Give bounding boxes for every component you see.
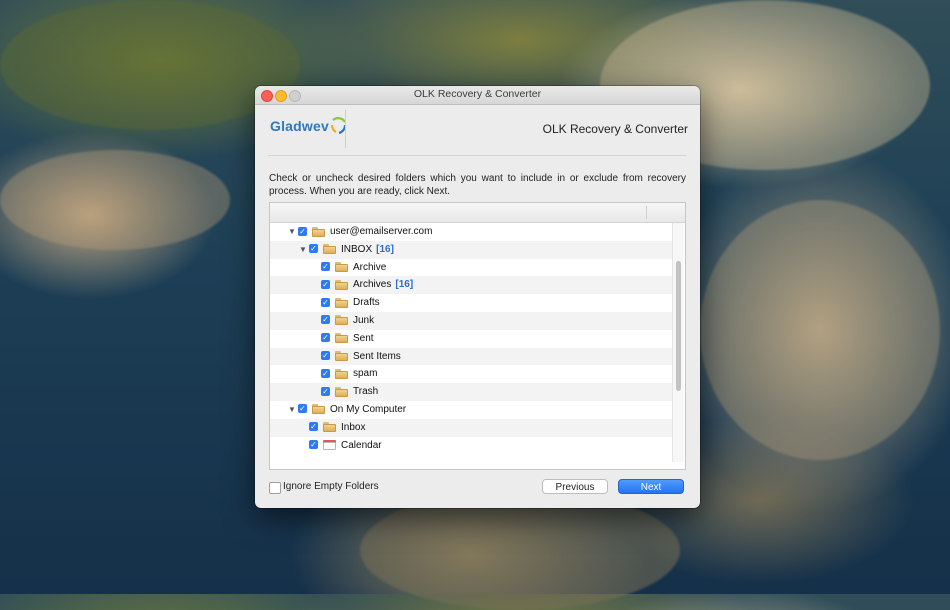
window-title: OLK Recovery & Converter <box>413 88 542 100</box>
disclosure-triangle-icon[interactable]: ▼ <box>288 405 296 414</box>
folder-checkbox[interactable]: ✓ <box>321 297 330 307</box>
folder-checkbox[interactable]: ✓ <box>309 244 318 254</box>
disclosure-triangle-icon[interactable]: ▼ <box>299 245 307 254</box>
tree-row[interactable]: ✓ Archive <box>270 259 673 277</box>
folder-checkbox[interactable]: ✓ <box>321 351 330 361</box>
title-bar[interactable]: OLK Recovery & Converter <box>255 86 700 105</box>
folder-label: Drafts <box>353 297 380 309</box>
folder-icon <box>323 422 336 433</box>
folder-icon <box>335 351 348 362</box>
scrollbar-thumb[interactable] <box>676 261 681 391</box>
next-button[interactable]: Next <box>618 479 684 494</box>
wallpaper-rock <box>360 490 680 610</box>
tree-rows: ▼ ✓ user@emailserver.com ▼ ✓ INBOX [16] ✓ Archiv… <box>270 223 673 462</box>
folder-checkbox[interactable]: ✓ <box>298 226 307 236</box>
instructions-text: Check or uncheck desired folders which y… <box>269 173 686 197</box>
brand-logo: Gladwev <box>270 118 329 134</box>
folder-checkbox[interactable]: ✓ <box>321 368 330 378</box>
header-divider <box>345 110 346 148</box>
folder-checkbox[interactable]: ✓ <box>321 333 330 343</box>
wallpaper-rock <box>0 150 230 250</box>
wallpaper-rock <box>700 200 940 460</box>
folder-tree[interactable]: ▼ ✓ user@emailserver.com ▼ ✓ INBOX [16] ✓ Archiv… <box>269 202 686 470</box>
folder-label: Archive <box>353 261 387 273</box>
tree-row[interactable]: ✓ Sent Items <box>270 347 673 366</box>
folder-icon <box>335 297 348 308</box>
folder-checkbox[interactable]: ✓ <box>321 386 330 396</box>
folder-label: On My Computer <box>330 403 407 415</box>
folder-icon <box>323 244 336 255</box>
tree-row[interactable]: ✓ Calendar <box>270 437 673 455</box>
message-count: [16] <box>395 279 414 291</box>
previous-button[interactable]: Previous <box>542 479 608 494</box>
app-window: OLK Recovery & Converter Gladwev OLK Rec… <box>255 86 700 508</box>
folder-label: Archives [16] <box>353 279 414 291</box>
folder-icon <box>335 333 348 344</box>
folder-checkbox[interactable]: ✓ <box>321 262 330 272</box>
tree-row[interactable]: ▼ ✓ INBOX [16] <box>270 240 673 259</box>
tree-row[interactable]: ✓ Trash <box>270 383 673 401</box>
folder-checkbox[interactable]: ✓ <box>298 404 307 414</box>
tree-row[interactable]: ✓ Junk <box>270 311 673 330</box>
tree-row[interactable]: ✓ spam <box>270 365 673 383</box>
folder-label: Inbox <box>341 421 366 433</box>
footer: Ignore Empty Folders Previous Next <box>269 479 686 499</box>
product-name: OLK Recovery & Converter <box>542 122 688 136</box>
folder-icon <box>312 404 325 415</box>
tree-row[interactable]: ✓ Sent <box>270 330 673 348</box>
folder-checkbox[interactable]: ✓ <box>321 315 330 325</box>
calendar-icon <box>323 440 336 451</box>
folder-label: Sent Items <box>353 350 401 362</box>
app-header: Gladwev OLK Recovery & Converter <box>268 106 688 152</box>
tree-row[interactable]: ▼ ✓ user@emailserver.com <box>270 223 673 241</box>
ignore-empty-folders-label[interactable]: Ignore Empty Folders <box>283 481 379 492</box>
folder-icon <box>335 315 348 326</box>
folder-checkbox[interactable]: ✓ <box>309 440 318 450</box>
folder-label: Junk <box>353 314 375 326</box>
tree-row[interactable]: ✓ Drafts <box>270 294 673 312</box>
folder-label: spam <box>353 368 378 380</box>
brand-logo-mark-icon <box>330 117 347 135</box>
folder-label: Trash <box>353 386 379 398</box>
folder-checkbox[interactable]: ✓ <box>321 279 330 289</box>
folder-icon <box>335 386 348 397</box>
tree-row[interactable]: ▼ ✓ On My Computer <box>270 401 673 419</box>
vertical-scrollbar[interactable] <box>672 223 684 462</box>
header-separator <box>268 155 686 156</box>
folder-icon <box>335 279 348 290</box>
tree-header <box>270 203 685 223</box>
folder-label: Calendar <box>341 439 382 451</box>
ignore-empty-folders-checkbox[interactable] <box>269 482 281 494</box>
disclosure-triangle-icon[interactable]: ▼ <box>288 227 296 236</box>
folder-icon <box>335 368 348 379</box>
folder-icon <box>335 262 348 273</box>
folder-label: INBOX [16] <box>341 243 394 255</box>
folder-label: Sent <box>353 332 374 344</box>
folder-icon <box>312 226 325 237</box>
tree-row[interactable]: ✓ Inbox <box>270 418 673 437</box>
folder-label: user@emailserver.com <box>330 226 433 237</box>
folder-checkbox[interactable]: ✓ <box>309 422 318 432</box>
tree-row[interactable]: ✓ Archives [16] <box>270 276 673 295</box>
message-count: [16] <box>376 243 394 255</box>
